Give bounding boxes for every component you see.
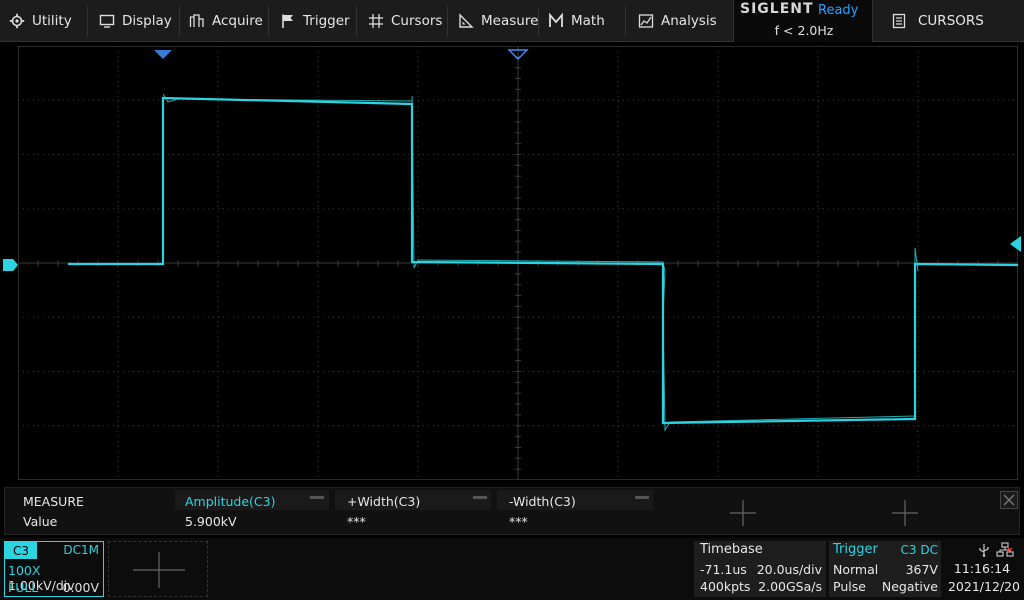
add-icon: [133, 552, 185, 588]
active-menu-label: CURSORS: [918, 13, 984, 29]
menu-bar: Utility Display Acquire Trigger Cursors …: [0, 0, 1024, 42]
menu-measure-label: Measure: [481, 13, 539, 29]
timebase-title: Timebase: [700, 542, 763, 557]
menu-display[interactable]: Display: [99, 0, 172, 42]
gear-icon: [9, 13, 25, 29]
add-measure-slot-2-icon[interactable]: [892, 500, 918, 526]
trigger-level: 367V: [905, 562, 938, 577]
measure-item-2-name[interactable]: +Width(C3): [347, 494, 420, 509]
measure-item-3-name[interactable]: -Width(C3): [509, 494, 576, 509]
measure-item-1-name[interactable]: Amplitude(C3): [185, 494, 276, 509]
ch3-ground-marker[interactable]: [3, 257, 19, 273]
menu-acquire[interactable]: Acquire: [189, 0, 263, 42]
menu-trigger[interactable]: Trigger: [280, 0, 350, 42]
cursor-grid-icon: [369, 14, 383, 28]
document-icon: [892, 13, 906, 29]
measure-header: MEASURE: [23, 494, 84, 509]
clock-time: 11:16:14: [953, 561, 1011, 576]
menu-display-label: Display: [122, 13, 172, 29]
menu-cursors[interactable]: Cursors: [368, 0, 442, 42]
status-panel: SIGLENT Ready f < 2.0Hz: [733, 0, 873, 42]
math-icon: [549, 13, 563, 27]
measure-item-1-value: 5.900kV: [185, 514, 237, 529]
acquisition-status: Ready: [818, 3, 859, 18]
channel-tag: C3: [5, 542, 37, 559]
sample-rate: 2.00GSa/s: [758, 579, 822, 594]
menu-measure[interactable]: Measure: [458, 0, 538, 42]
menu-cursors-label: Cursors: [391, 13, 443, 29]
timebase-delay: -71.1us: [700, 562, 747, 577]
item-1-menu-icon[interactable]: [310, 496, 324, 500]
channel-coupling: DC1M: [63, 543, 99, 557]
menu-trigger-label: Trigger: [303, 13, 350, 29]
menu-utility[interactable]: Utility: [9, 0, 72, 42]
trigger-polarity: Negative: [881, 579, 938, 594]
menu-utility-label: Utility: [32, 13, 72, 29]
clock-panel: 11:16:14 2021/12/20: [944, 541, 1024, 597]
trigger-source: C3 DC: [900, 543, 938, 557]
channel-3-label[interactable]: C3 DC1M 100X 1.00kV/div FULL 0.00V: [4, 541, 104, 597]
trigger-title: Trigger: [833, 542, 878, 557]
trigger-level-marker[interactable]: [1008, 236, 1022, 252]
add-channel-slot[interactable]: [108, 541, 208, 597]
waveform-display[interactable]: [18, 46, 1018, 480]
channel-offset: 0.00V: [62, 580, 99, 595]
close-icon[interactable]: [1000, 491, 1018, 509]
trigger-mode: Normal: [833, 562, 879, 577]
bandwidth-limit: FULL: [8, 580, 39, 595]
item-3-menu-icon[interactable]: [635, 496, 649, 500]
menu-math[interactable]: Math: [548, 0, 605, 42]
menu-analysis[interactable]: Analysis: [638, 0, 717, 42]
menu-analysis-label: Analysis: [661, 13, 717, 29]
add-measure-slot-1-icon[interactable]: [730, 500, 756, 526]
usb-icon: [979, 544, 989, 557]
probe-ratio: 100X: [8, 563, 41, 578]
timebase-panel[interactable]: Timebase -71.1us 20.0us/div 400kpts 2.00…: [694, 541, 826, 597]
menu-acquire-label: Acquire: [212, 13, 263, 29]
network-disconnected-icon: [996, 542, 1014, 557]
menu-math-label: Math: [571, 13, 605, 29]
monitor-icon: [99, 14, 115, 28]
timebase-scale: 20.0us/div: [756, 562, 822, 577]
trigger-type: Pulse: [833, 579, 866, 594]
item-2-menu-icon[interactable]: [473, 496, 487, 500]
measure-panel: MEASURE Value Amplitude(C3) 5.900kV +Wid…: [4, 487, 1020, 535]
measure-row-label: Value: [23, 514, 58, 529]
analysis-icon: [638, 14, 654, 28]
acquire-icon: [189, 14, 204, 27]
clock-date: 2021/12/20: [947, 579, 1021, 594]
measure-item-3-value: ***: [509, 514, 528, 529]
measure-icon: [459, 13, 474, 28]
frequency-counter: f < 2.0Hz: [774, 23, 834, 38]
flag-icon: [282, 14, 293, 28]
measure-item-2-value: ***: [347, 514, 366, 529]
memory-depth: 400kpts: [700, 579, 751, 594]
brand-logo: SIGLENT: [740, 1, 814, 17]
active-menu-tab[interactable]: CURSORS: [880, 0, 1024, 42]
trigger-panel[interactable]: Trigger C3 DC Normal 367V Pulse Negative: [829, 541, 941, 597]
